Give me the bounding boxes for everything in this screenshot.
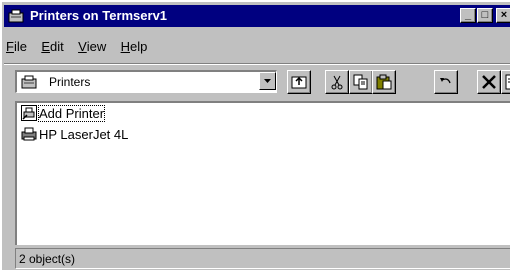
- paste-button[interactable]: [372, 70, 396, 94]
- copy-icon: [353, 74, 368, 90]
- cut-icon: [331, 75, 343, 90]
- undo-button[interactable]: [434, 70, 458, 94]
- menu-view[interactable]: View: [78, 39, 106, 54]
- close-button[interactable]: ×: [496, 8, 510, 23]
- status-text: 2 object(s): [19, 252, 76, 266]
- menu-separator: [4, 63, 510, 65]
- explorer-window: Printers on Termserv1 _ □ × File Edit Vi…: [0, 0, 510, 270]
- maximize-button[interactable]: □: [477, 8, 493, 23]
- chevron-down-icon: [264, 79, 271, 83]
- menu-edit[interactable]: Edit: [41, 39, 63, 54]
- up-one-level-button[interactable]: [287, 70, 311, 94]
- copy-button[interactable]: [349, 70, 373, 94]
- undo-icon: [440, 78, 451, 84]
- status-bar: 2 object(s): [15, 248, 510, 269]
- printers-folder-icon: [21, 75, 37, 89]
- printer-icon: [21, 127, 37, 141]
- menu-help[interactable]: Help: [121, 39, 148, 54]
- menu-bar: File Edit View Help: [6, 39, 158, 57]
- location-combo[interactable]: Printers: [15, 70, 277, 93]
- menu-file[interactable]: File: [6, 39, 27, 54]
- item-label: HP LaserJet 4L: [39, 127, 129, 142]
- cut-button[interactable]: [325, 70, 349, 94]
- properties-icon: [505, 74, 510, 90]
- delete-icon: [482, 75, 496, 89]
- paste-icon: [376, 74, 392, 90]
- printers-folder-icon: [8, 9, 24, 23]
- location-text: Printers: [49, 75, 91, 89]
- window-title: Printers on Termserv1: [30, 8, 168, 23]
- printer-list[interactable]: Add Printer HP LaserJet 4L: [15, 101, 510, 245]
- dropdown-arrow-button[interactable]: [259, 72, 276, 90]
- up-one-level-icon: [291, 76, 307, 89]
- title-bar[interactable]: Printers on Termserv1 _ □ ×: [4, 5, 510, 27]
- delete-button[interactable]: [477, 70, 501, 94]
- item-label: Add Printer: [37, 105, 106, 122]
- add-printer-icon: [21, 105, 37, 121]
- properties-button[interactable]: [501, 70, 510, 94]
- minimize-button[interactable]: _: [460, 8, 476, 23]
